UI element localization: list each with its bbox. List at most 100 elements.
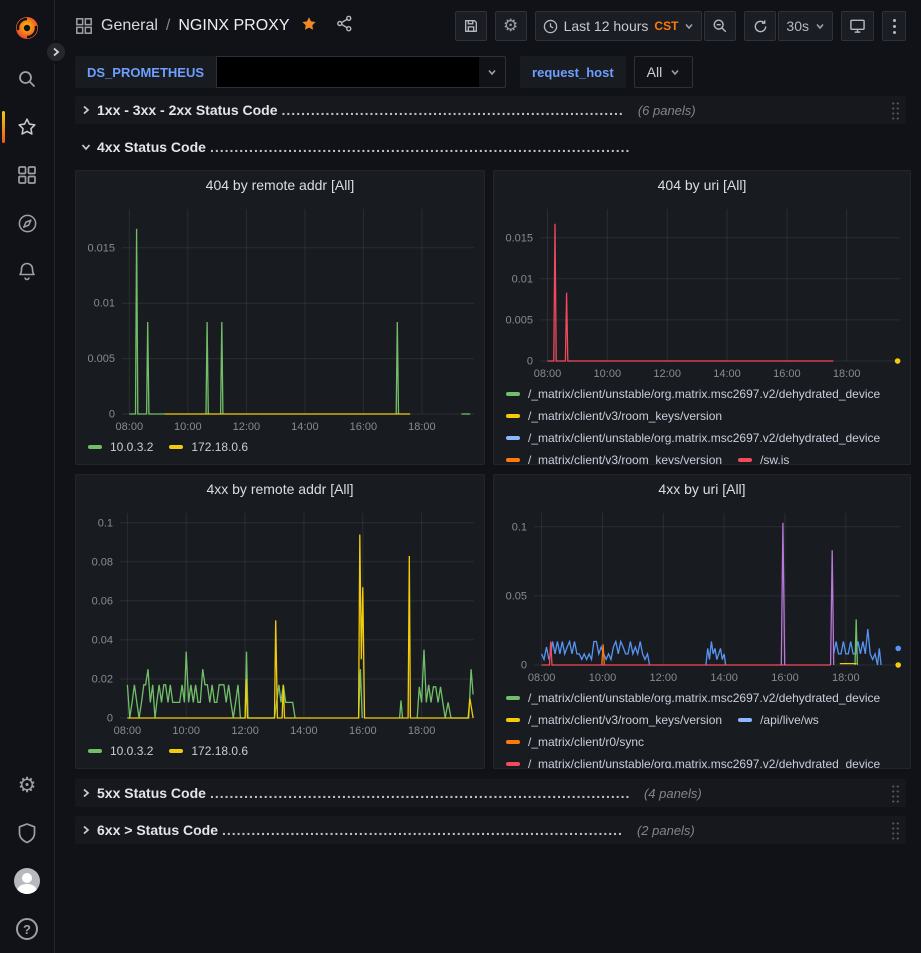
legend-item[interactable]: /sw.js (738, 451, 789, 464)
dashboard-body: 1xx - 3xx - 2xx Status Code ............… (55, 92, 921, 844)
svg-text:0.02: 0.02 (92, 674, 113, 686)
sidebar-item-alerting[interactable] (0, 247, 55, 295)
shield-icon (17, 822, 37, 844)
sidebar-item-explore[interactable] (0, 199, 55, 247)
zoom-out-time-button[interactable] (704, 11, 736, 41)
request-host-select[interactable]: All (634, 56, 694, 88)
time-range-picker[interactable]: Last 12 hours CST (535, 11, 703, 41)
row-drag-handle[interactable] (891, 821, 900, 840)
datasource-label[interactable]: DS_PROMETHEUS (75, 56, 216, 88)
svg-text:0.05: 0.05 (506, 590, 527, 602)
chart-404-by-uri[interactable]: 00.0050.010.01508:0010:0012:0014:0016:00… (494, 199, 910, 383)
panel-title[interactable]: 4xx by uri [All] (494, 475, 910, 503)
legend-item[interactable]: /_matrix/client/v3/room_keys/version (506, 407, 722, 425)
legend-item[interactable]: 10.0.3.2 (88, 438, 153, 456)
legend-item[interactable]: /_matrix/client/unstable/org.matrix.msc2… (506, 429, 880, 447)
chevron-down-icon (479, 67, 505, 77)
svg-text:0.005: 0.005 (87, 353, 115, 365)
chevron-right-icon (75, 788, 97, 798)
favorite-star-icon[interactable] (300, 15, 318, 38)
svg-text:12:00: 12:00 (233, 421, 261, 433)
legend-item[interactable]: /_matrix/client/unstable/org.matrix.msc2… (506, 689, 880, 707)
avatar (14, 868, 40, 894)
chevron-down-icon (815, 21, 825, 31)
sidebar-item-dashboards[interactable] (0, 151, 55, 199)
row-drag-handle[interactable] (891, 784, 900, 803)
legend-label: 172.18.0.6 (191, 440, 248, 454)
dashboard-title[interactable]: NGINX PROXY (178, 17, 289, 35)
svg-text:0.04: 0.04 (92, 634, 113, 646)
request-host-variable: request_host All (520, 56, 693, 88)
legend-item[interactable]: 172.18.0.6 (169, 742, 248, 760)
sidebar-item-help[interactable]: ? (0, 905, 55, 953)
legend-item[interactable]: /_matrix/client/r0/sync (506, 733, 644, 751)
row-1xx-3xx-2xx[interactable]: 1xx - 3xx - 2xx Status Code ............… (75, 96, 906, 124)
svg-text:0.1: 0.1 (98, 517, 113, 529)
time-range-label: Last 12 hours (564, 18, 649, 34)
legend-item[interactable]: /api/live/ws (738, 711, 819, 729)
legend-swatch (506, 696, 520, 700)
legend-swatch (506, 718, 520, 722)
chart-legend: /_matrix/client/unstable/org.matrix.msc2… (494, 687, 910, 768)
svg-text:08:00: 08:00 (116, 421, 144, 433)
legend-item[interactable]: /_matrix/client/v3/room_keys/version (506, 711, 722, 729)
share-nodes-icon (336, 15, 353, 32)
legend-label: /_matrix/client/unstable/org.matrix.msc2… (528, 757, 880, 768)
svg-text:18:00: 18:00 (833, 368, 861, 380)
refresh-icon (753, 19, 768, 34)
refresh-interval-label: 30s (786, 18, 809, 34)
row-6xx[interactable]: 6xx > Status Code ......................… (75, 816, 906, 844)
sidebar-item-server-admin[interactable] (0, 809, 55, 857)
row-5xx[interactable]: 5xx Status Code ........................… (75, 779, 906, 807)
svg-text:0: 0 (107, 713, 113, 725)
datasource-variable: DS_PROMETHEUS (75, 56, 506, 88)
panel-title[interactable]: 4xx by remote addr [All] (76, 475, 484, 503)
legend-item[interactable]: /_matrix/client/unstable/org.matrix.msc2… (506, 385, 880, 403)
datasource-value-redacted (217, 57, 479, 87)
legend-item[interactable]: 172.18.0.6 (169, 438, 248, 456)
chevron-down-icon (662, 67, 688, 77)
chart-4xx-by-remote-addr[interactable]: 00.020.040.060.080.108:0010:0012:0014:00… (76, 503, 484, 740)
sidebar-item-starred[interactable] (0, 103, 55, 151)
sidebar-item-profile[interactable] (0, 857, 55, 905)
sidebar-item-search[interactable] (0, 55, 55, 103)
svg-text:12:00: 12:00 (653, 368, 681, 380)
sidebar-item-configuration[interactable]: ⚙ (0, 761, 55, 809)
svg-text:14:00: 14:00 (291, 421, 319, 433)
kebab-icon (893, 19, 896, 34)
dashboard-grid-icon (75, 17, 93, 35)
save-icon (463, 18, 479, 34)
svg-text:18:00: 18:00 (408, 421, 436, 433)
share-icon[interactable] (336, 15, 353, 37)
legend-item[interactable]: 10.0.3.2 (88, 742, 153, 760)
sidebar-expand-button[interactable] (44, 40, 68, 64)
more-options-button[interactable] (882, 11, 906, 41)
breadcrumb-folder[interactable]: General (101, 17, 158, 35)
datasource-select[interactable] (216, 56, 506, 88)
svg-text:0.01: 0.01 (94, 298, 115, 310)
row-drag-handle[interactable] (891, 101, 900, 120)
legend-item[interactable]: /_matrix/client/v3/room_keys/version (506, 451, 722, 464)
dashboard-settings-button[interactable]: ⚙ (495, 11, 527, 41)
row-4xx[interactable]: 4xx Status Code ........................… (75, 133, 906, 161)
chart-404-by-remote-addr[interactable]: 00.0050.010.01508:0010:0012:0014:0016:00… (76, 199, 484, 436)
refresh-interval-picker[interactable]: 30s (778, 11, 833, 41)
tv-mode-button[interactable] (841, 11, 874, 41)
help-icon: ? (16, 918, 38, 940)
main-area: General / NGINX PROXY ⚙ (55, 0, 921, 953)
svg-text:0.1: 0.1 (512, 521, 527, 533)
legend-swatch (506, 392, 520, 396)
refresh-button[interactable] (744, 11, 776, 41)
legend-item[interactable]: /_matrix/client/unstable/org.matrix.msc2… (506, 755, 880, 768)
legend-swatch (169, 749, 183, 753)
panel-title[interactable]: 404 by uri [All] (494, 171, 910, 199)
panel-title[interactable]: 404 by remote addr [All] (76, 171, 484, 199)
chart-4xx-by-uri[interactable]: 00.050.108:0010:0012:0014:0016:0018:00 (494, 503, 910, 687)
bell-icon (17, 261, 37, 282)
legend-label: /_matrix/client/unstable/org.matrix.msc2… (528, 431, 880, 445)
legend-label: /_matrix/client/v3/room_keys/version (528, 453, 722, 464)
panel-4xx-by-uri: 4xx by uri [All] 00.050.108:0010:0012:00… (493, 474, 911, 769)
save-dashboard-button[interactable] (455, 11, 487, 41)
row-title: 1xx - 3xx - 2xx Status Code (97, 102, 278, 118)
request-host-label[interactable]: request_host (520, 56, 626, 88)
